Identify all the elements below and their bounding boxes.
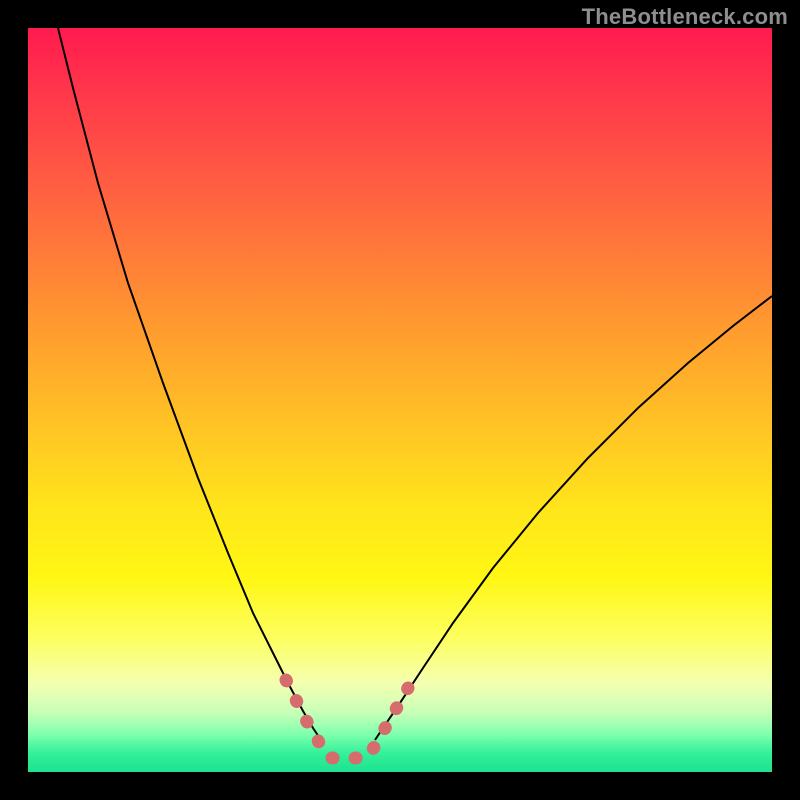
curve-layer <box>28 28 772 772</box>
plot-area <box>28 28 772 772</box>
left-curve <box>58 28 321 740</box>
chart-frame: TheBottleneck.com <box>0 0 800 800</box>
right-curve <box>375 296 772 740</box>
watermark-text: TheBottleneck.com <box>582 4 788 30</box>
